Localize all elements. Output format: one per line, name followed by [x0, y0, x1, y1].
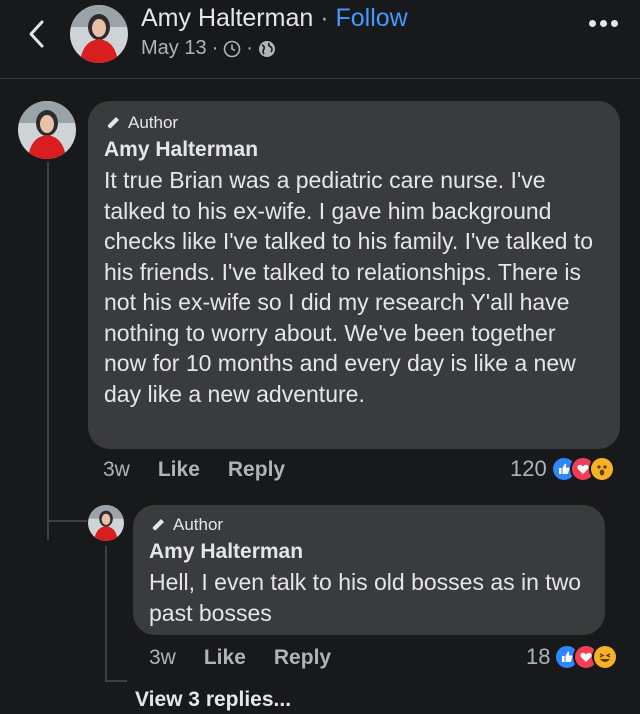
header-avatar[interactable]	[70, 5, 128, 63]
pencil-icon	[152, 519, 164, 531]
follow-button[interactable]: Follow	[336, 4, 408, 32]
view-replies-link[interactable]: View 3 replies...	[135, 688, 291, 712]
pencil-icon	[107, 117, 119, 129]
reaction-count: 18	[526, 644, 551, 669]
author-badge-label: Author	[128, 113, 179, 132]
reaction-summary[interactable]: 120	[510, 456, 615, 482]
meta-separator: ·	[211, 37, 219, 59]
back-chevron-icon[interactable]	[22, 16, 52, 52]
comment-time[interactable]: 3w	[103, 458, 130, 482]
reply-text: Hell, I even talk to his old bosses as i…	[149, 569, 582, 626]
author-name-link[interactable]: Amy Halterman	[141, 4, 313, 32]
wow-reaction-icon	[588, 456, 615, 482]
reply-actions: 3w Like Reply	[149, 646, 331, 670]
clock-icon	[223, 40, 241, 57]
header-title: Amy Halterman · Follow	[141, 4, 408, 33]
reply-author-name[interactable]: Amy Halterman	[149, 540, 589, 564]
thread-line	[47, 162, 49, 540]
header-divider	[0, 78, 640, 79]
like-button[interactable]: Like	[204, 646, 246, 670]
reply-thread-branch	[105, 680, 127, 682]
more-dots-icon[interactable]	[589, 20, 618, 27]
reaction-summary[interactable]: 18	[526, 644, 619, 670]
like-button[interactable]: Like	[158, 458, 200, 482]
comment-actions: 3w Like Reply	[103, 458, 285, 482]
meta-separator: ·	[246, 37, 253, 59]
reply-bubble[interactable]: Author Amy Halterman Hell, I even talk t…	[133, 505, 605, 635]
author-badge: Author	[104, 113, 604, 133]
globe-icon	[258, 40, 275, 57]
haha-reaction-icon	[592, 644, 619, 670]
thread-line-branch	[47, 520, 87, 522]
reply-avatar[interactable]	[88, 505, 124, 541]
comment-bubble[interactable]: Author Amy Halterman It true Brian was a…	[88, 101, 620, 449]
author-badge-label: Author	[173, 515, 224, 534]
comment-author-name[interactable]: Amy Halterman	[104, 138, 604, 162]
reply-time[interactable]: 3w	[149, 646, 176, 670]
comment-text: It true Brian was a pediatric care nurse…	[104, 167, 594, 407]
reaction-count: 120	[510, 456, 547, 481]
author-badge: Author	[149, 515, 589, 535]
post-header: Amy Halterman · Follow May 13 · ·	[0, 0, 640, 78]
post-date[interactable]: May 13	[141, 37, 207, 60]
comment-avatar[interactable]	[18, 101, 76, 159]
reply-button[interactable]: Reply	[228, 458, 285, 482]
reply-thread-line	[105, 546, 107, 680]
name-separator: ·	[320, 4, 329, 32]
post-meta: May 13 · ·	[141, 37, 276, 60]
reply-button[interactable]: Reply	[274, 646, 331, 670]
